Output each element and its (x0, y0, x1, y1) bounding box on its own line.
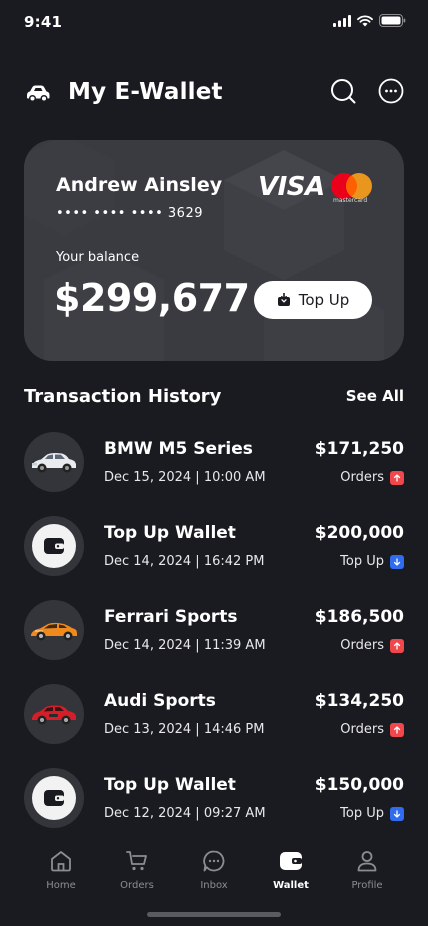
top-up-label: Top Up (298, 291, 350, 309)
transaction-avatar (24, 768, 84, 828)
search-button[interactable] (330, 78, 356, 104)
transaction-avatar (24, 600, 84, 660)
tab-home[interactable]: Home (26, 848, 96, 891)
balance-label: Your balance (56, 250, 140, 265)
transaction-name: Audi Sports (104, 691, 216, 711)
transaction-avatar (24, 684, 84, 744)
transaction-type-label: Orders (340, 722, 384, 737)
section-title: Transaction History (24, 386, 222, 407)
transaction-type: Top Up (340, 554, 404, 569)
battery-icon (379, 14, 406, 27)
balance-card: Andrew Ainsley •••• •••• •••• 3629 VISA … (24, 140, 404, 361)
transaction-row[interactable]: Top Up Wallet Dec 14, 2024 | 16:42 PM $2… (24, 516, 404, 600)
top-up-button[interactable]: Top Up (254, 281, 372, 319)
signal-icon (333, 14, 351, 27)
search-icon (331, 79, 356, 104)
tab-label: Profile (351, 880, 383, 891)
transaction-type-label: Orders (340, 470, 384, 485)
tab-inbox[interactable]: Inbox (179, 848, 249, 891)
page-title: My E-Wallet (68, 79, 223, 105)
status-time: 9:41 (24, 13, 63, 31)
arrow-down-icon (390, 806, 404, 821)
mastercard-label: mastercard (333, 197, 368, 204)
transaction-avatar (24, 432, 84, 492)
more-button[interactable] (378, 78, 404, 104)
transaction-row[interactable]: BMW M5 Series Dec 15, 2024 | 10:00 AM $1… (24, 432, 404, 516)
wallet-icon (44, 538, 64, 554)
car-image-white (32, 453, 76, 473)
transaction-date: Dec 13, 2024 | 14:46 PM (104, 722, 265, 737)
tab-profile[interactable]: Profile (332, 848, 402, 891)
more-icon (378, 78, 404, 104)
transaction-amount: $150,000 (314, 775, 404, 795)
transaction-row[interactable]: Ferrari Sports Dec 14, 2024 | 11:39 AM $… (24, 600, 404, 684)
transaction-name: Ferrari Sports (104, 607, 238, 627)
transaction-amount: $171,250 (314, 439, 404, 459)
balance-amount: $299,677 (54, 276, 250, 320)
transaction-type-label: Top Up (340, 554, 384, 569)
transaction-history-header: Transaction History See All (24, 386, 404, 410)
car-icon (27, 85, 50, 103)
transaction-list: BMW M5 Series Dec 15, 2024 | 10:00 AM $1… (24, 432, 404, 852)
arrow-up-icon (390, 722, 404, 737)
transaction-type: Top Up (340, 806, 404, 821)
profile-icon (357, 851, 377, 872)
header-actions (330, 78, 404, 104)
transaction-row[interactable]: Audi Sports Dec 13, 2024 | 14:46 PM $134… (24, 684, 404, 768)
arrow-up-icon (390, 638, 404, 653)
transaction-date: Dec 12, 2024 | 09:27 AM (104, 806, 266, 821)
header: My E-Wallet (24, 72, 404, 112)
status-icons (333, 14, 406, 27)
transaction-amount: $200,000 (314, 523, 404, 543)
tab-label: Orders (120, 880, 154, 891)
tab-label: Inbox (200, 880, 228, 891)
transaction-date: Dec 15, 2024 | 10:00 AM (104, 470, 266, 485)
transaction-date: Dec 14, 2024 | 16:42 PM (104, 554, 265, 569)
tab-label: Wallet (273, 880, 309, 891)
tab-orders[interactable]: Orders (102, 848, 172, 891)
cart-icon (126, 851, 147, 871)
tab-wallet[interactable]: Wallet (256, 848, 326, 891)
transaction-avatar (24, 516, 84, 576)
visa-logo: VISA (258, 172, 325, 202)
transaction-type: Orders (340, 638, 404, 653)
car-image-red (32, 705, 76, 725)
transaction-type-label: Orders (340, 638, 384, 653)
see-all-link[interactable]: See All (346, 387, 404, 405)
tab-label: Home (46, 880, 76, 891)
car-image-orange (31, 622, 77, 641)
transaction-type: Orders (340, 722, 404, 737)
transaction-type-label: Top Up (340, 806, 384, 821)
transaction-name: Top Up Wallet (104, 523, 236, 543)
card-number: •••• •••• •••• 3629 (56, 206, 203, 221)
transaction-amount: $134,250 (314, 691, 404, 711)
wifi-icon (357, 14, 373, 26)
card-holder: Andrew Ainsley (56, 174, 223, 196)
status-bar: 9:41 (0, 0, 428, 44)
arrow-up-icon (390, 470, 404, 485)
transaction-type: Orders (340, 470, 404, 485)
home-indicator (147, 912, 281, 917)
transaction-amount: $186,500 (314, 607, 404, 627)
download-wallet-icon (277, 293, 290, 306)
wallet-icon (280, 852, 302, 870)
wallet-icon (44, 790, 64, 806)
transaction-name: Top Up Wallet (104, 775, 236, 795)
transaction-name: BMW M5 Series (104, 439, 253, 459)
transaction-date: Dec 14, 2024 | 11:39 AM (104, 638, 266, 653)
home-icon (51, 851, 71, 872)
chat-icon (203, 850, 225, 872)
arrow-down-icon (390, 554, 404, 569)
